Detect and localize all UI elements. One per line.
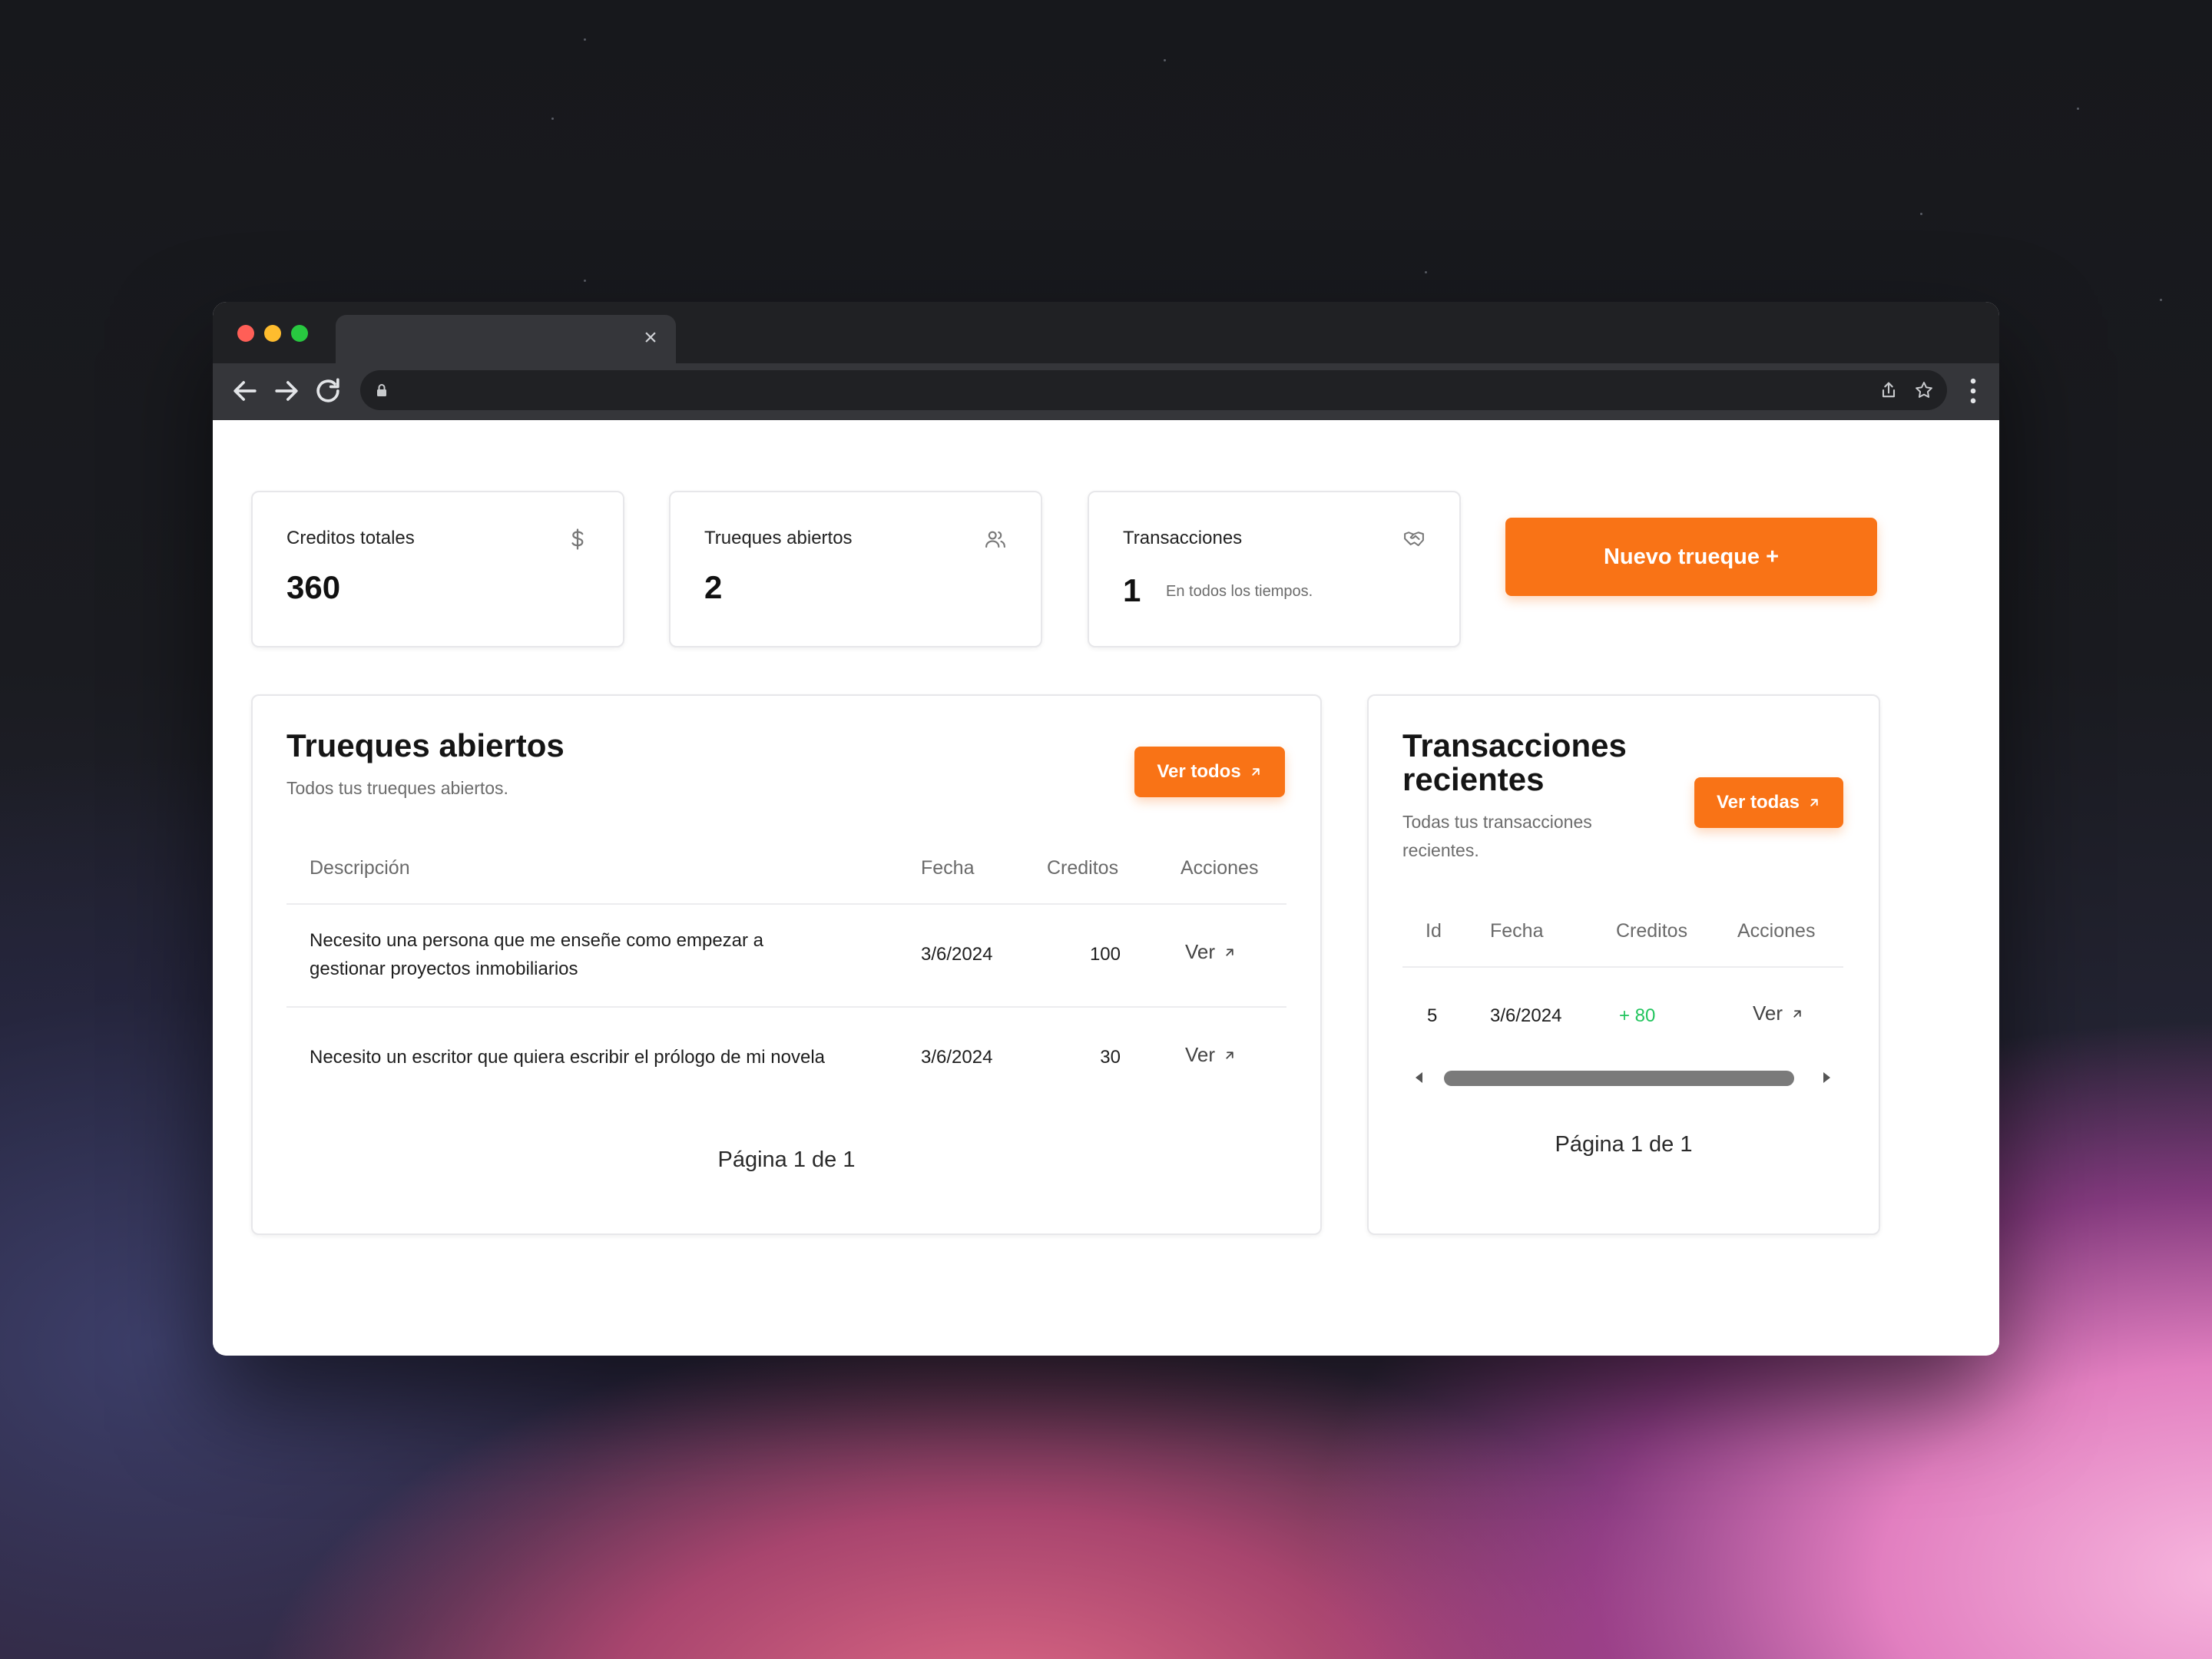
see-all-transactions-button[interactable]: Ver todas xyxy=(1694,777,1843,828)
panel-title-line2: recientes xyxy=(1402,761,1545,797)
menu-kebab-icon[interactable] xyxy=(1956,374,1990,408)
see-all-trades-label: Ver todos xyxy=(1157,761,1241,782)
lock-icon xyxy=(377,384,386,396)
panel-subtitle: Todos tus trueques abiertos. xyxy=(286,778,508,798)
column-header-actions[interactable]: Acciones xyxy=(1181,857,1258,879)
horizontal-scrollbar[interactable] xyxy=(1412,1066,1834,1089)
recent-transactions-panel: Transacciones recientes Todas tus transa… xyxy=(1367,694,1880,1235)
dollar-icon xyxy=(571,528,584,550)
column-header-description[interactable]: Descripción xyxy=(310,857,410,879)
arrow-up-right-icon xyxy=(1251,768,1260,776)
table-divider xyxy=(286,903,1286,905)
forward-arrow-icon[interactable] xyxy=(270,374,303,408)
view-link-label: Ver xyxy=(1185,940,1216,963)
row-description: Necesito un escritor que quiera escribir… xyxy=(310,1047,826,1068)
pagination-label: Página 1 de 1 xyxy=(717,1147,856,1172)
stat-label: Creditos totales xyxy=(286,528,415,548)
browser-tab[interactable]: × xyxy=(336,315,676,363)
see-all-transactions-label: Ver todas xyxy=(1716,792,1800,813)
reload-icon[interactable] xyxy=(311,374,345,408)
background-star xyxy=(2077,108,2079,110)
scroll-right-icon[interactable] xyxy=(1819,1070,1834,1085)
pagination-label: Página 1 de 1 xyxy=(1555,1132,1693,1157)
view-trade-link[interactable]: Ver xyxy=(1185,940,1237,964)
bookmark-star-icon[interactable] xyxy=(1913,379,1935,401)
panel-title-line1: Transacciones xyxy=(1402,727,1627,763)
background-star xyxy=(584,38,586,41)
view-link-label: Ver xyxy=(1185,1043,1216,1066)
background-star xyxy=(551,118,554,120)
background-star xyxy=(1425,271,1427,273)
background-star xyxy=(2160,299,2162,301)
arrow-up-right-icon xyxy=(1793,1009,1801,1018)
row-credits: + 80 xyxy=(1619,1005,1656,1026)
stat-card-open-trades: Trueques abiertos 2 xyxy=(669,491,1042,647)
browser-titlebar: × xyxy=(213,302,1999,363)
stat-label: Trueques abiertos xyxy=(704,528,853,548)
panel-subtitle-line1: Todas tus transacciones xyxy=(1402,812,1592,832)
stat-value: 1 xyxy=(1123,572,1141,608)
background-star xyxy=(1920,213,1922,215)
new-trade-button[interactable]: Nuevo trueque + xyxy=(1505,518,1877,596)
column-header-id[interactable]: Id xyxy=(1426,920,1442,942)
view-transaction-link[interactable]: Ver xyxy=(1753,1002,1804,1025)
address-bar[interactable] xyxy=(360,370,1947,410)
see-all-trades-button[interactable]: Ver todos xyxy=(1134,747,1285,797)
background-star xyxy=(1164,59,1166,61)
stat-note: En todos los tiempos. xyxy=(1166,583,1313,600)
view-link-label: Ver xyxy=(1753,1002,1783,1025)
row-credits: 30 xyxy=(1100,1047,1121,1068)
column-header-actions[interactable]: Acciones xyxy=(1737,920,1815,942)
stat-card-transactions: Transacciones 1 En todos los tiempos. xyxy=(1088,491,1461,647)
panel-subtitle-line2: recientes. xyxy=(1402,840,1479,860)
page-content: Creditos totales 360 Trueques abiertos 2… xyxy=(213,420,1999,1356)
scroll-left-icon[interactable] xyxy=(1412,1070,1427,1085)
arrow-up-right-icon xyxy=(1226,948,1233,956)
arrow-up-right-icon xyxy=(1810,799,1818,806)
scrollbar-thumb[interactable] xyxy=(1444,1071,1794,1086)
column-header-credits[interactable]: Creditos xyxy=(1047,857,1118,879)
open-trades-panel: Trueques abiertos Todos tus trueques abi… xyxy=(251,694,1322,1235)
row-description: Necesito una persona que me enseñe como … xyxy=(310,930,764,979)
close-window-button[interactable] xyxy=(237,325,254,342)
stat-label: Transacciones xyxy=(1123,528,1243,548)
table-divider xyxy=(1402,966,1843,968)
browser-window: × Creditos totales 360 Trueques abiertos… xyxy=(213,302,1999,1356)
row-id: 5 xyxy=(1427,1005,1438,1026)
row-credits: 100 xyxy=(1089,944,1121,965)
handshake-icon xyxy=(1404,531,1424,547)
row-date: 3/6/2024 xyxy=(1490,1005,1562,1026)
back-arrow-icon[interactable] xyxy=(228,374,262,408)
table-divider xyxy=(286,1006,1286,1008)
stat-value: 2 xyxy=(704,569,723,605)
view-trade-link[interactable]: Ver xyxy=(1185,1043,1237,1067)
column-header-date[interactable]: Fecha xyxy=(1490,920,1543,942)
column-header-date[interactable]: Fecha xyxy=(921,857,974,879)
background-star xyxy=(584,280,586,282)
browser-toolbar xyxy=(213,363,1999,420)
row-date: 3/6/2024 xyxy=(921,944,993,965)
new-trade-button-label: Nuevo trueque + xyxy=(1603,544,1780,569)
panel-title: Trueques abiertos xyxy=(286,727,565,763)
users-icon xyxy=(985,531,1005,548)
column-header-credits[interactable]: Creditos xyxy=(1616,920,1687,942)
maximize-window-button[interactable] xyxy=(291,325,308,342)
stat-value: 360 xyxy=(286,569,341,605)
minimize-window-button[interactable] xyxy=(264,325,281,342)
tab-close-icon[interactable]: × xyxy=(637,323,664,353)
share-icon[interactable] xyxy=(1878,379,1899,401)
row-date: 3/6/2024 xyxy=(921,1047,993,1068)
arrow-up-right-icon xyxy=(1226,1051,1233,1059)
stat-card-total-credits: Creditos totales 360 xyxy=(251,491,624,647)
